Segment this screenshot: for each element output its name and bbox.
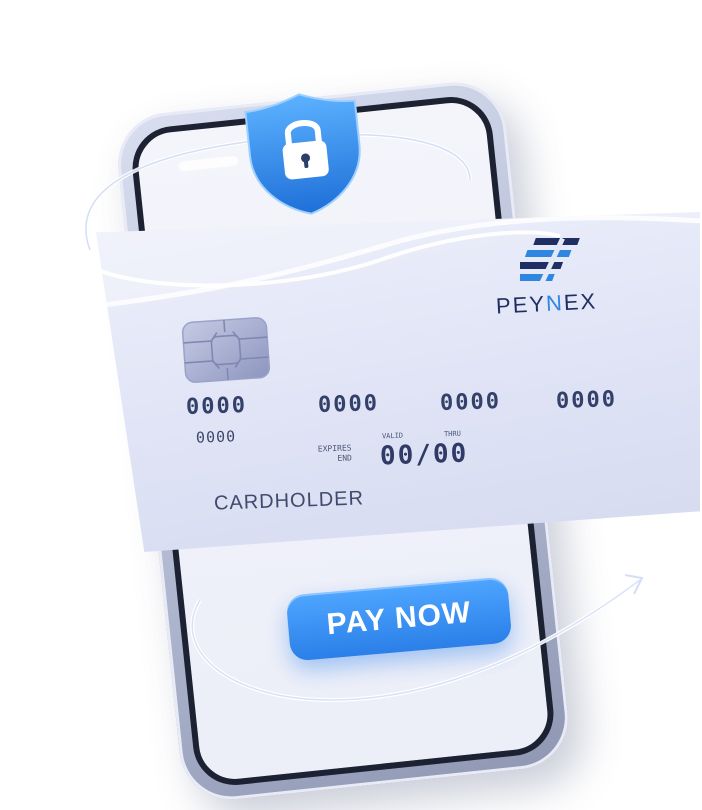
card-number-group-4: 0000 (555, 386, 618, 415)
valid-label: VALID (381, 431, 404, 441)
screen-glare (177, 155, 239, 172)
card-small-number: 0000 (195, 427, 237, 447)
card-number-group-2: 0000 (317, 390, 380, 419)
expires-label-line2: END (337, 453, 353, 463)
thru-label: THRU (443, 429, 461, 439)
brand-name-prefix: PEY (495, 291, 547, 319)
payment-illustration: PAY NOW PEYNEX 0000 0000 0000 0000 0000 … (0, 0, 702, 810)
card-number-group-3: 0000 (439, 388, 502, 417)
expiry-date: 00/00 (379, 438, 469, 472)
expires-label: EXPIRES END (318, 443, 352, 464)
brand-name-suffix: EX (563, 288, 598, 316)
brand-logo-icon (520, 237, 580, 284)
shield-icon (244, 93, 361, 215)
chip-icon (181, 317, 271, 383)
brand-name: PEYNEX (495, 288, 598, 319)
brand-name-accent: N (545, 290, 565, 317)
card-number-group-1: 0000 (185, 392, 248, 421)
